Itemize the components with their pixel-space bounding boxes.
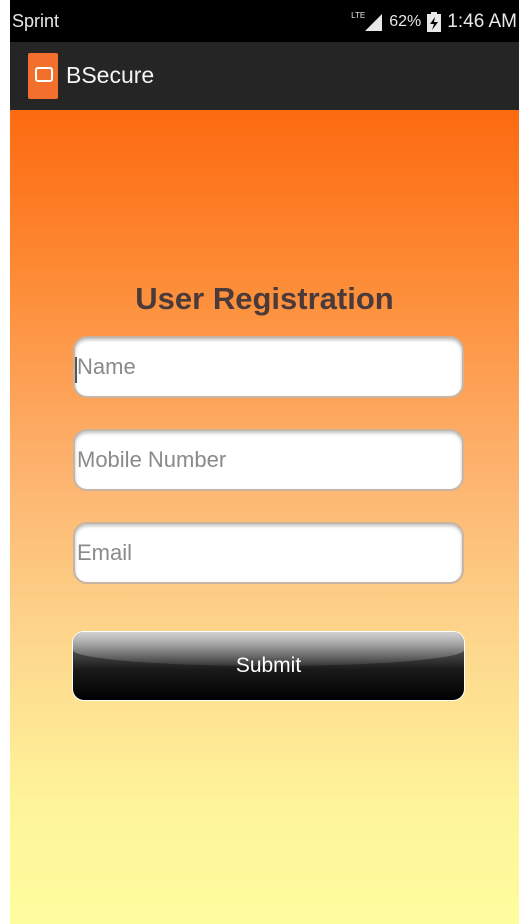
page-title: User Registration <box>135 281 394 316</box>
email-input[interactable] <box>75 524 462 582</box>
name-field[interactable] <box>73 336 464 398</box>
battery-percentage: 62% <box>389 13 422 30</box>
registration-screen: User Registration Submit <box>10 110 519 924</box>
battery-charging-icon <box>427 12 442 32</box>
network-type-label: LTE <box>351 10 366 20</box>
submit-button-label: Submit <box>235 654 302 677</box>
submit-button[interactable]: Submit <box>72 631 465 701</box>
app-logo-icon[interactable] <box>28 53 58 99</box>
app-screen: Sprint LTE 62% 1:46 AM BSecure User Regi… <box>10 0 519 924</box>
status-bar: Sprint LTE 62% 1:46 AM <box>10 0 519 42</box>
clock: 1:46 AM <box>447 11 517 32</box>
carrier-label: Sprint <box>12 11 60 31</box>
app-bar: BSecure <box>10 42 519 110</box>
status-indicators: LTE 62% 1:46 AM <box>351 11 517 33</box>
mobile-number-field[interactable] <box>73 429 464 491</box>
name-input[interactable] <box>75 338 462 396</box>
email-field[interactable] <box>73 522 464 584</box>
mobile-number-input[interactable] <box>75 431 462 489</box>
app-title: BSecure <box>66 62 155 88</box>
signal-icon <box>365 14 383 31</box>
